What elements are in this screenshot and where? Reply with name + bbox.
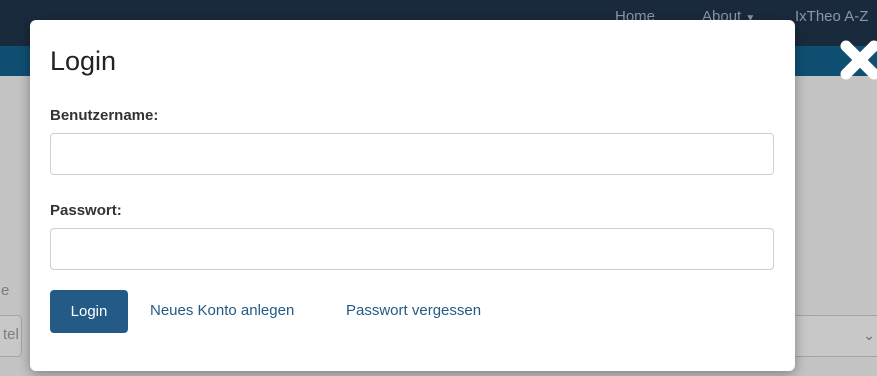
password-label: Passwort:: [50, 202, 122, 219]
background-text-fragment: e: [1, 282, 10, 299]
background-select-left-text: tel: [3, 326, 19, 343]
login-button[interactable]: Login: [50, 290, 128, 333]
new-account-link[interactable]: Neues Konto anlegen: [150, 302, 294, 319]
modal-title: Login: [50, 46, 117, 76]
close-icon: [840, 40, 877, 80]
password-input[interactable]: [50, 228, 774, 270]
close-button[interactable]: [838, 38, 877, 82]
forgot-password-link[interactable]: Passwort vergessen: [346, 302, 481, 319]
background-select-right: ⌄: [790, 315, 877, 357]
login-modal: Login Benutzername: Passwort: Login Neue…: [30, 20, 795, 371]
background-select-left: tel: [0, 315, 22, 357]
nav-ixtheo-link[interactable]: IxTheo A-Z: [795, 8, 868, 25]
username-input[interactable]: [50, 133, 774, 175]
username-label: Benutzername:: [50, 107, 159, 124]
chevron-down-icon: ⌄: [863, 327, 875, 343]
